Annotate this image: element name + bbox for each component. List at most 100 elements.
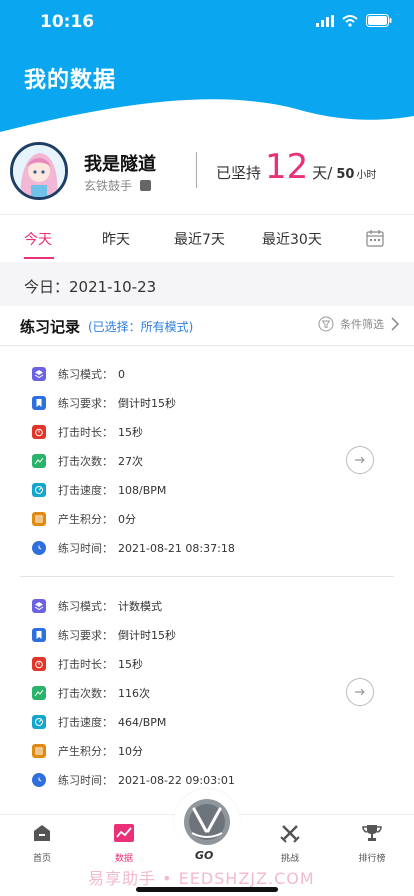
- field-label: 产生积分：: [58, 745, 113, 758]
- tab-leaderboard-label: 排行榜: [358, 854, 386, 864]
- field-label: 打击速度：: [58, 716, 113, 729]
- drum-icon: [184, 799, 230, 845]
- username: 我是隧道: [84, 154, 156, 175]
- go-button[interactable]: [174, 789, 240, 855]
- field-count: 打击次数： 27次: [32, 451, 143, 471]
- field-label: 打击次数：: [58, 687, 113, 700]
- bottom-tab-bar: 首页 数据 GO 挑战 排行榜 易享助手 • EEDSHZJZ.COM: [0, 789, 414, 896]
- field-value: 倒计时15秒: [118, 629, 176, 642]
- field-label: 练习要求：: [58, 629, 113, 642]
- field-label: 练习模式：: [58, 368, 113, 381]
- field-points: 产生积分： 10分: [32, 741, 143, 761]
- field-value: 0: [118, 367, 125, 381]
- user-level: 玄铁鼓手: [84, 177, 152, 194]
- arrow-right-icon: [355, 688, 365, 696]
- filter-icon: [318, 316, 334, 332]
- chevron-right-icon: [391, 317, 400, 331]
- tab-leaderboard[interactable]: 排行榜: [347, 823, 397, 864]
- tab-home-label: 首页: [32, 854, 51, 864]
- swords-icon: [280, 825, 300, 843]
- field-count: 打击次数： 116次: [32, 683, 150, 703]
- go-label: GO: [195, 849, 214, 862]
- date-range-tabs: 今天 昨天 最近7天 最近30天: [0, 214, 414, 262]
- tab-home[interactable]: 首页: [17, 823, 67, 864]
- field-requirement: 练习要求： 倒计时15秒: [32, 625, 176, 645]
- streak-unit: 天/: [312, 164, 333, 182]
- level-badge-icon: [140, 180, 152, 191]
- tab-challenge-label: 挑战: [280, 854, 299, 864]
- tab-last-30-days[interactable]: 最近30天: [262, 229, 322, 249]
- records-title: 练习记录: [20, 318, 81, 336]
- field-label: 打击次数：: [58, 455, 113, 468]
- field-value: 10分: [118, 745, 143, 758]
- home-icon: [34, 825, 50, 841]
- tab-last-7-days[interactable]: 最近7天: [174, 229, 225, 249]
- records-header: 练习记录 (已选择：所有模式) 条件筛选: [0, 306, 414, 346]
- field-value: 15秒: [118, 426, 143, 439]
- profile-divider: [196, 152, 197, 188]
- calendar-icon[interactable]: [366, 229, 384, 247]
- field-value: 116次: [118, 687, 150, 700]
- field-label: 产生积分：: [58, 513, 113, 526]
- filter-label: 条件筛选: [340, 318, 384, 331]
- field-time: 练习时间： 2021-08-22 09:03:01: [32, 770, 235, 790]
- layers-icon: [32, 599, 46, 613]
- arrow-right-icon: [355, 456, 365, 464]
- record-detail-button[interactable]: [346, 678, 374, 706]
- avatar[interactable]: [10, 142, 68, 200]
- record-list: 练习模式： 0 练习要求： 倒计时15秒 打击时长： 15秒 打击次数： 27次…: [0, 346, 414, 816]
- field-speed: 打击速度： 108/BPM: [32, 480, 166, 500]
- field-value: 108/BPM: [118, 483, 167, 497]
- field-mode: 练习模式： 0: [32, 364, 125, 384]
- selected-mode: (已选择：所有模式): [88, 320, 194, 334]
- filter-button[interactable]: 条件筛选: [318, 316, 400, 332]
- field-value: 0分: [118, 513, 136, 526]
- battery-icon: [366, 14, 392, 27]
- status-bar: 10:16: [0, 0, 414, 44]
- signal-icon: [316, 14, 334, 27]
- active-tab-indicator: [24, 257, 54, 259]
- home-indicator[interactable]: [136, 887, 278, 892]
- coins-icon: [32, 744, 46, 758]
- wifi-icon: [342, 14, 358, 27]
- field-mode: 练习模式： 计数模式: [32, 596, 162, 616]
- bookmark-icon: [32, 628, 46, 642]
- streak-days: 12: [265, 147, 309, 187]
- field-time: 练习时间： 2021-08-21 08:37:18: [32, 538, 235, 558]
- record-detail-button[interactable]: [346, 446, 374, 474]
- tab-challenge[interactable]: 挑战: [265, 823, 315, 864]
- clock-icon: [32, 773, 46, 787]
- status-time: 10:16: [40, 12, 95, 32]
- tab-yesterday[interactable]: 昨天: [102, 229, 130, 249]
- field-duration: 打击时长： 15秒: [32, 654, 143, 674]
- field-label: 练习模式：: [58, 600, 113, 613]
- field-label: 打击时长：: [58, 426, 113, 439]
- clock-icon: [32, 541, 46, 555]
- layers-icon: [32, 367, 46, 381]
- streak-summary: 已坚持 12 天/ 50 小时: [216, 150, 376, 184]
- field-value: 2021-08-22 09:03:01: [118, 773, 235, 787]
- watermark: 易享助手 • EEDSHZJZ.COM: [88, 869, 315, 888]
- record-divider: [20, 576, 394, 577]
- field-label: 练习要求：: [58, 397, 113, 410]
- field-label: 练习时间：: [58, 774, 113, 787]
- streak-prefix: 已坚持: [216, 164, 262, 182]
- trend-icon: [32, 686, 46, 700]
- field-points: 产生积分： 0分: [32, 509, 136, 529]
- field-value: 15秒: [118, 658, 143, 671]
- field-value: 计数模式: [118, 600, 162, 613]
- tab-data[interactable]: 数据: [99, 823, 149, 864]
- profile-card: 我是隧道 玄铁鼓手 已坚持 12 天/ 50 小时: [0, 132, 414, 214]
- field-label: 打击速度：: [58, 484, 113, 497]
- date-label: 今日：2021-10-23: [24, 278, 157, 296]
- speedometer-icon: [32, 715, 46, 729]
- speedometer-icon: [32, 483, 46, 497]
- avatar-image: [13, 145, 65, 197]
- field-value: 倒计时15秒: [118, 397, 176, 410]
- stopwatch-icon: [32, 657, 46, 671]
- field-label: 打击时长：: [58, 658, 113, 671]
- tab-today[interactable]: 今天: [24, 229, 52, 249]
- field-value: 2021-08-21 08:37:18: [118, 541, 235, 555]
- field-duration: 打击时长： 15秒: [32, 422, 143, 442]
- stopwatch-icon: [32, 425, 46, 439]
